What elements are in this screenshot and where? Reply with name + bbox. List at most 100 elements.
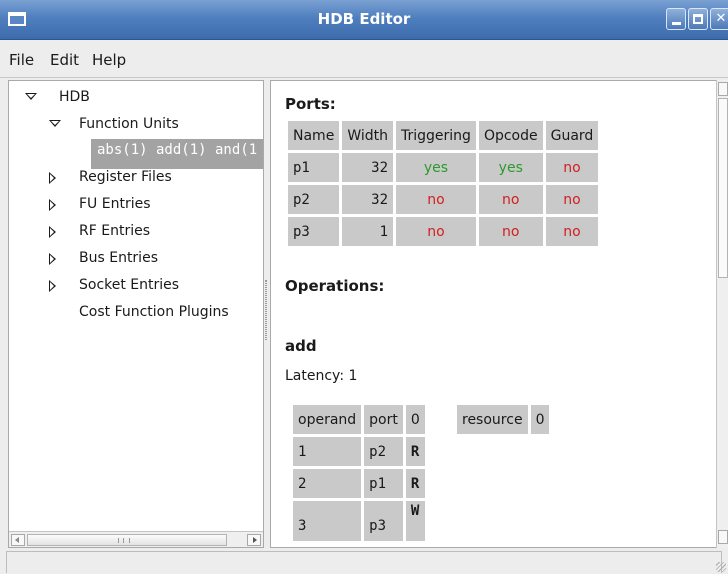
column-header: Width bbox=[342, 121, 393, 150]
column-header: operand bbox=[293, 405, 362, 434]
tree-item-fu-entries[interactable]: FU Entries bbox=[9, 196, 263, 218]
operand-access: R bbox=[405, 469, 425, 498]
tree-label: Bus Entries bbox=[79, 250, 158, 266]
menu-edit[interactable]: Edit bbox=[50, 51, 79, 69]
menu-help[interactable]: Help bbox=[92, 51, 126, 69]
maximize-button[interactable] bbox=[688, 8, 708, 30]
table-row: p3 1 no no no bbox=[288, 217, 599, 246]
port-width: 32 bbox=[342, 153, 393, 182]
window-title: HDB Editor bbox=[317, 10, 411, 28]
collapsed-arrow-icon[interactable] bbox=[49, 199, 56, 211]
column-header: port bbox=[364, 405, 403, 434]
collapsed-arrow-icon[interactable] bbox=[49, 253, 56, 265]
pane-splitter[interactable] bbox=[265, 280, 267, 340]
table-row: 2 p1 R bbox=[293, 469, 425, 498]
port-triggering: no bbox=[396, 185, 476, 214]
tree-item-socket-entries[interactable]: Socket Entries bbox=[9, 277, 263, 299]
ports-heading: Ports: bbox=[285, 95, 336, 113]
operations-heading: Operations: bbox=[285, 277, 385, 295]
operand-table: operand port 0 1 p2 R 2 p1 R 3 p3 W bbox=[290, 402, 428, 544]
minimize-icon bbox=[671, 22, 681, 25]
port-opcode: yes bbox=[478, 153, 543, 182]
column-header: 0 bbox=[405, 405, 425, 434]
tree-label: RF Entries bbox=[79, 223, 150, 239]
operand-access: W bbox=[405, 501, 425, 541]
table-row: p2 32 no no no bbox=[288, 185, 599, 214]
tree-item-cost-function-plugins[interactable]: Cost Function Plugins bbox=[9, 304, 263, 326]
operand-number: 3 bbox=[293, 501, 362, 541]
port-width: 32 bbox=[342, 185, 393, 214]
operand-port: p3 bbox=[364, 501, 403, 541]
tree-item-bus-entries[interactable]: Bus Entries bbox=[9, 250, 263, 272]
column-header: resource bbox=[457, 405, 528, 434]
column-header: Name bbox=[288, 121, 340, 150]
status-field bbox=[6, 551, 722, 573]
tree-item-rf-entries[interactable]: RF Entries bbox=[9, 223, 263, 245]
menu-bar: File Edit Help bbox=[0, 40, 728, 78]
tree-label: Function Units bbox=[79, 116, 179, 132]
table-row: 1 p2 R bbox=[293, 437, 425, 466]
column-header: Triggering bbox=[396, 121, 476, 150]
ports-table: Name Width Triggering Opcode Guard p1 32… bbox=[285, 118, 601, 249]
tree-item-register-files[interactable]: Register Files bbox=[9, 169, 263, 191]
port-name: p1 bbox=[288, 153, 340, 182]
table-row: 3 p3 W bbox=[293, 501, 425, 541]
scrollbar-thumb[interactable] bbox=[27, 534, 227, 546]
grip-icon bbox=[118, 538, 130, 543]
port-name: p3 bbox=[288, 217, 340, 246]
port-guard: no bbox=[545, 153, 599, 182]
table-row: p1 32 yes yes no bbox=[288, 153, 599, 182]
operation-name: add bbox=[285, 337, 317, 355]
ports-header-row: Name Width Triggering Opcode Guard bbox=[288, 121, 599, 150]
tree-item-function-units[interactable]: Function Units bbox=[9, 116, 263, 138]
horizontal-scrollbar[interactable] bbox=[9, 531, 263, 547]
port-opcode: no bbox=[478, 185, 543, 214]
resize-grip-icon[interactable] bbox=[716, 562, 726, 572]
tree-label: FU Entries bbox=[79, 196, 151, 212]
collapsed-arrow-icon[interactable] bbox=[49, 226, 56, 238]
close-icon: ✕ bbox=[715, 11, 727, 26]
minimize-button[interactable] bbox=[666, 8, 686, 30]
close-button[interactable]: ✕ bbox=[710, 8, 728, 30]
expanded-arrow-icon[interactable] bbox=[25, 93, 37, 100]
title-bar: HDB Editor ✕ bbox=[0, 0, 728, 40]
column-header: Guard bbox=[545, 121, 599, 150]
operand-port: p2 bbox=[364, 437, 403, 466]
port-guard: no bbox=[545, 217, 599, 246]
port-triggering: no bbox=[396, 217, 476, 246]
port-width: 1 bbox=[342, 217, 393, 246]
tree-label: Socket Entries bbox=[79, 277, 180, 293]
port-opcode: no bbox=[478, 217, 543, 246]
scroll-right-arrow-icon[interactable] bbox=[247, 534, 261, 546]
operand-access: R bbox=[405, 437, 425, 466]
tree-item-fu-entries-selected[interactable]: abs(1) add(1) and(1 bbox=[91, 139, 263, 169]
collapsed-arrow-icon[interactable] bbox=[49, 172, 56, 184]
scrollbar-thumb[interactable] bbox=[718, 98, 728, 278]
menu-file[interactable]: File bbox=[9, 51, 34, 69]
operand-port: p1 bbox=[364, 469, 403, 498]
column-header: Opcode bbox=[478, 121, 543, 150]
vertical-scrollbar[interactable] bbox=[716, 80, 728, 548]
expanded-arrow-icon[interactable] bbox=[49, 120, 61, 127]
tree-label: HDB bbox=[59, 89, 90, 105]
tree-item-hdb[interactable]: HDB bbox=[9, 89, 263, 111]
status-bar bbox=[0, 550, 728, 574]
tree-label: Cost Function Plugins bbox=[79, 304, 229, 320]
port-name: p2 bbox=[288, 185, 340, 214]
resource-header-row: resource 0 bbox=[457, 405, 550, 434]
operand-header-row: operand port 0 bbox=[293, 405, 425, 434]
port-triggering: yes bbox=[396, 153, 476, 182]
operand-number: 2 bbox=[293, 469, 362, 498]
scroll-left-arrow-icon[interactable] bbox=[11, 534, 25, 546]
tree-label: Register Files bbox=[79, 169, 172, 185]
column-header: 0 bbox=[530, 405, 550, 434]
port-guard: no bbox=[545, 185, 599, 214]
operand-number: 1 bbox=[293, 437, 362, 466]
scroll-down-arrow-icon[interactable] bbox=[718, 530, 728, 544]
collapsed-arrow-icon[interactable] bbox=[49, 280, 56, 292]
operation-latency: Latency: 1 bbox=[285, 368, 358, 384]
maximize-icon bbox=[693, 14, 703, 24]
resource-table: resource 0 bbox=[454, 402, 552, 437]
details-panel: Ports: Name Width Triggering Opcode Guar… bbox=[270, 80, 720, 548]
scroll-up-arrow-icon[interactable] bbox=[718, 82, 728, 96]
